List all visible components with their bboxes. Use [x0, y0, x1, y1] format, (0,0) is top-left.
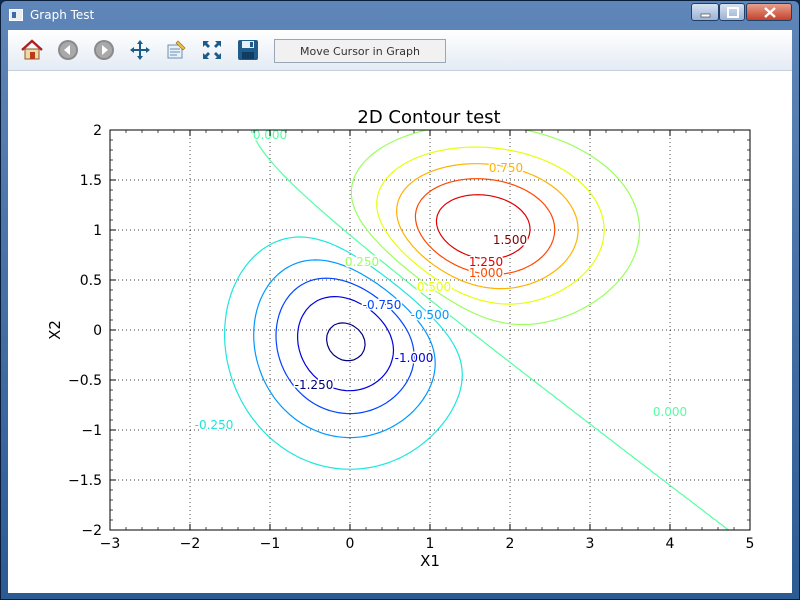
- app-icon: [9, 9, 23, 21]
- contour-label: 0.250: [345, 255, 379, 269]
- chart-title: 2D Contour test: [357, 107, 500, 128]
- title-bar[interactable]: Graph Test: [1, 1, 799, 29]
- contour-label: 0.000: [653, 405, 687, 419]
- close-icon: [764, 7, 776, 18]
- x-tick-label: 2: [506, 536, 515, 552]
- x-tick-label: 4: [666, 536, 675, 552]
- x-tick-label: 5: [746, 536, 755, 552]
- contour-label: -1.000: [395, 351, 434, 365]
- minimize-button[interactable]: [691, 3, 719, 21]
- contour-label: 0.500: [417, 280, 451, 294]
- x-tick-label: −2: [180, 536, 201, 552]
- window-title: Graph Test: [30, 8, 95, 22]
- contour-label: 1.500: [493, 233, 527, 247]
- y-tick-label: −1.5: [68, 473, 102, 489]
- contour-plot[interactable]: 2D Contour test 0.0000.7501.5001.2501.00…: [8, 30, 792, 593]
- contour-level-line: [253, 259, 436, 439]
- x-tick-label: 0: [346, 536, 355, 552]
- y-tick-label: −0.5: [68, 373, 102, 389]
- x-tick-label: −1: [260, 536, 281, 552]
- contour-label: -1.250: [295, 378, 334, 392]
- contour-lines: [224, 129, 730, 531]
- y-axis-label: X2: [46, 320, 64, 340]
- x-tick-label: 3: [586, 536, 595, 552]
- y-tick-label: 0.5: [80, 273, 102, 289]
- x-axis-label: X1: [420, 552, 440, 570]
- x-tick-label: −3: [100, 536, 121, 552]
- y-tick-label: 1: [93, 223, 102, 239]
- app-window: Graph Test Move Cursor in Graph 2D Conto…: [0, 0, 800, 600]
- contour-label: -0.500: [411, 308, 450, 322]
- y-tick-label: 2: [93, 123, 102, 139]
- contour-label: 1.000: [469, 266, 503, 280]
- maximize-icon: [727, 7, 739, 18]
- contour-label: -0.250: [195, 418, 234, 432]
- contour-label: -0.750: [363, 298, 402, 312]
- minimize-icon: [700, 13, 711, 18]
- contour-level-line: [350, 129, 641, 326]
- y-tick-label: −2: [81, 523, 102, 539]
- y-tick-label: −1: [81, 423, 102, 439]
- grid-lines: [110, 130, 750, 530]
- tick-labels: −3 −2 −1 0 1 2 3 4 5−2−1.5−1−0.500.511.52: [68, 123, 754, 552]
- close-button[interactable]: [746, 3, 792, 21]
- x-tick-label: 1: [426, 536, 435, 552]
- maximize-button[interactable]: [719, 3, 745, 21]
- contour-level-line: [435, 194, 531, 260]
- y-tick-label: 1.5: [80, 173, 102, 189]
- contour-level-line: [326, 322, 366, 362]
- client-area: Move Cursor in Graph 2D Contour test 0.0…: [8, 30, 792, 593]
- y-tick-label: 0: [93, 323, 102, 339]
- contour-label: 0.750: [489, 161, 523, 175]
